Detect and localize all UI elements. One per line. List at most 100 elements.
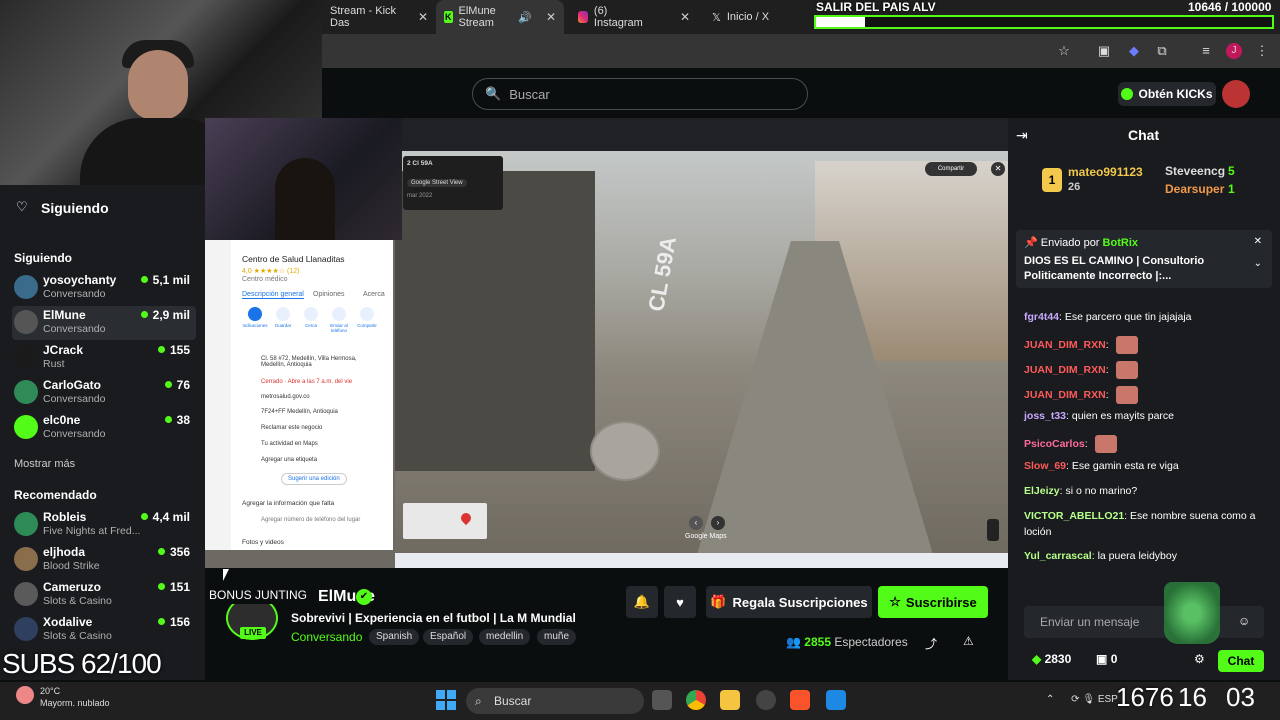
chat-username[interactable]: Yul_carrascal: [1024, 550, 1092, 562]
subscribe-button[interactable]: ☆ Suscribirse: [878, 586, 988, 618]
user-avatar[interactable]: [1222, 80, 1250, 108]
speaker-icon[interactable]: 🔊: [518, 11, 532, 24]
chat-username[interactable]: JUAN_DIM_RXN: [1024, 389, 1106, 401]
maps-action-button[interactable]: Guardar: [270, 307, 296, 328]
maps-action-button[interactable]: Enviar al teléfono: [326, 307, 352, 333]
sidebar-item-eljhoda[interactable]: eljhoda Blood Strike 356: [12, 543, 196, 577]
chat-username[interactable]: JUAN_DIM_RXN: [1024, 364, 1106, 376]
chat-username[interactable]: joss_t33: [1024, 410, 1066, 422]
system-tray[interactable]: ⌃ ⟳ 🎙 ESP: [1046, 694, 1118, 705]
puzzle-icon[interactable]: ⧉: [1154, 43, 1170, 59]
tag-chip[interactable]: muñe: [537, 629, 577, 645]
show-more-link[interactable]: Mostrar más: [14, 458, 75, 470]
notification-bell-button[interactable]: 🔔: [626, 586, 658, 618]
tab-elmune-stream[interactable]: K ElMune Stream 🔊 ✕: [436, 0, 564, 34]
maps-suggest-edit[interactable]: Sugerir una edición: [281, 473, 347, 485]
task-view-icon[interactable]: [652, 690, 672, 710]
chat-input[interactable]: Enviar un mensaje: [1024, 606, 1264, 638]
unpin-icon[interactable]: ✕: [1254, 236, 1262, 247]
video-player[interactable]: CL 59A Google Maps ‹ › Compartir ✕ 2 Cl …: [205, 118, 1008, 568]
chat-username[interactable]: Slow_69: [1024, 460, 1066, 472]
windows-start-icon[interactable]: [436, 690, 456, 710]
gift-subs-button[interactable]: 🎁 Regala Suscripciones: [706, 586, 872, 618]
maps-tab-overview[interactable]: Descripción general: [242, 291, 304, 299]
sidebar-item-jcrack[interactable]: JCrack Rust 155: [12, 341, 196, 375]
street-view-info-card: 2 Cl 59A Google Street View mar 2022: [403, 156, 503, 210]
chevron-down-icon[interactable]: ⌄: [1254, 258, 1262, 269]
maps-tab-about[interactable]: Acerca: [363, 291, 385, 298]
google-logo: Google Maps: [685, 533, 727, 540]
sv-address: 2 Cl 59A: [407, 160, 433, 167]
menu-icon[interactable]: ⋮: [1254, 43, 1270, 59]
gifter-name[interactable]: Steveencg: [1165, 164, 1225, 178]
chat-username[interactable]: ElJeizy: [1024, 485, 1060, 497]
collapse-chat-icon[interactable]: ⇥: [1016, 127, 1028, 144]
close-icon[interactable]: ✕: [546, 10, 556, 24]
tag-chip[interactable]: medellin: [479, 629, 531, 645]
close-icon[interactable]: ✕: [680, 10, 690, 24]
sidebar-item-cameruzo[interactable]: Cameruzo Slots & Casino 151: [12, 578, 196, 612]
maps-action-label: Compartir: [357, 323, 377, 328]
maps-action-button[interactable]: Indicaciones: [242, 307, 268, 328]
vpn-icon[interactable]: ◆: [1126, 43, 1142, 59]
chat-username[interactable]: fgr4t44: [1024, 311, 1059, 323]
pinned-message[interactable]: 📌 Enviado por BotRix DIOS ES EL CAMINO |…: [1016, 230, 1272, 288]
channel-name: yosoychanty: [43, 273, 117, 287]
zoom-control[interactable]: [987, 519, 999, 541]
chat-text: quien es mayits parce: [1071, 410, 1175, 422]
sidebar-item-robleis[interactable]: Robleis Five Nights at Fred... 4,4 mil: [12, 508, 196, 542]
maps-tab-reviews[interactable]: Opiniones: [313, 291, 345, 298]
viewer-count: 4,4 mil: [141, 510, 190, 524]
extension-icon[interactable]: ▣: [1096, 43, 1112, 59]
report-icon[interactable]: ⚠: [963, 634, 974, 648]
tab-kick-dashboard[interactable]: Stream - Kick Das ✕: [322, 0, 436, 34]
sv-close-icon[interactable]: ✕: [991, 162, 1005, 176]
stream-category[interactable]: Conversando: [291, 630, 362, 644]
share-icon[interactable]: ⤴: [925, 635, 937, 652]
tag-chip[interactable]: Spanish: [369, 629, 420, 645]
chrome-icon[interactable]: [686, 690, 706, 710]
sidebar-item-elc0ne[interactable]: elc0ne Conversando 38: [12, 411, 196, 445]
kick-favicon-icon: K: [444, 11, 453, 23]
tag-chip[interactable]: Español: [423, 629, 474, 645]
gifter-name[interactable]: Dearsuper: [1165, 182, 1224, 196]
sv-next-icon[interactable]: ›: [711, 516, 725, 530]
tab-x[interactable]: 𝕏 Inicio / X: [704, 0, 814, 34]
settings-icon[interactable]: ⚙: [1194, 652, 1205, 666]
tab-instagram[interactable]: (6) Instagram ✕: [570, 0, 698, 34]
obs-icon[interactable]: [756, 690, 776, 710]
chat-send-button[interactable]: Chat: [1218, 650, 1264, 672]
sv-share-button[interactable]: Compartir: [925, 162, 977, 176]
get-kicks-button[interactable]: Obtén KICKs: [1118, 82, 1216, 106]
chat-username[interactable]: PsicoCarlos: [1024, 438, 1085, 450]
chat-message: JUAN_DIM_RXN:: [1024, 336, 1138, 354]
sidebar-item-xodalive[interactable]: Xodalive Slots & Casino 156: [12, 613, 196, 647]
search-icon: 🔍: [485, 86, 502, 101]
emoji-icon[interactable]: ☺: [1238, 614, 1250, 628]
profile-icon[interactable]: J: [1226, 43, 1242, 59]
file-explorer-icon[interactable]: [720, 690, 740, 710]
maps-action-button[interactable]: Compartir: [354, 307, 380, 328]
chat-username[interactable]: JUAN_DIM_RXN: [1024, 339, 1106, 351]
top-gifter-name[interactable]: mateo991123: [1068, 165, 1143, 179]
star-icon[interactable]: ☆: [1056, 43, 1072, 59]
brave-icon[interactable]: [790, 690, 810, 710]
mini-map[interactable]: [403, 503, 487, 539]
sv-prev-icon[interactable]: ‹: [689, 516, 703, 530]
media-icon[interactable]: ≡: [1198, 43, 1214, 59]
points-display[interactable]: ◆ 2830: [1032, 652, 1071, 666]
sidebar-item-carlogato[interactable]: CarloGato Conversando 76: [12, 376, 196, 410]
follow-button[interactable]: ♥: [664, 586, 696, 618]
app-icon[interactable]: [826, 690, 846, 710]
search-input[interactable]: 🔍 Buscar: [472, 78, 808, 110]
viewer-count: 155: [158, 343, 190, 357]
mic-icon: 🎙: [1082, 694, 1096, 705]
weather-widget[interactable]: 20°C Mayorm. nublado: [8, 685, 110, 709]
sidebar-item-elmune[interactable]: ElMune Conversando 2,9 mil: [12, 306, 196, 340]
maps-add-info: Agregar la información que falta: [242, 500, 335, 507]
taskbar-search[interactable]: ⌕ Buscar: [466, 688, 644, 714]
chat-username[interactable]: VICTOR_ABELLO21: [1024, 510, 1124, 522]
sidebar-item-yosoychanty[interactable]: yosoychanty Conversando 5,1 mil: [12, 271, 196, 305]
maps-action-button[interactable]: Cerca: [298, 307, 324, 328]
close-icon[interactable]: ✕: [418, 10, 428, 24]
